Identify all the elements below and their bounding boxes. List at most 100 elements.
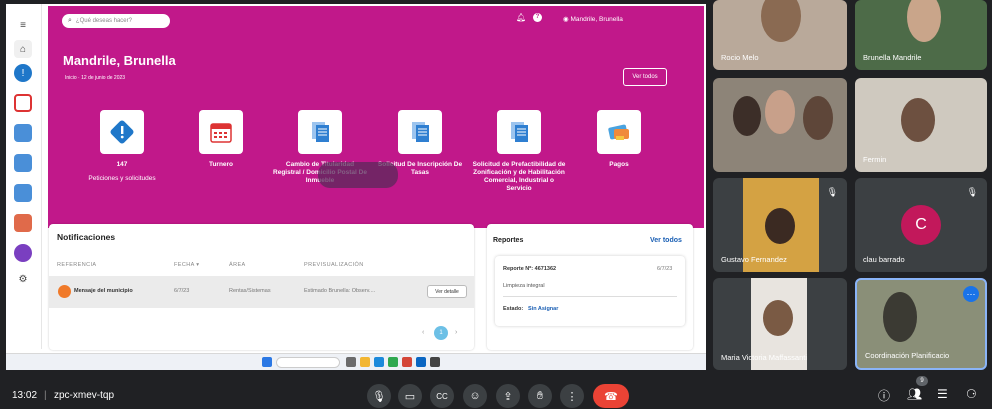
reports-nav-icon[interactable] (14, 244, 32, 262)
tile-peticiones-count: 147 (116, 161, 128, 168)
bell-icon[interactable]: 🔔︎ (516, 13, 526, 22)
tile-pagos[interactable] (597, 110, 641, 154)
end-call-button[interactable]: ☎︎ (593, 384, 629, 408)
participant-tile-self[interactable]: ⋯ Coordinación Planificacio (855, 278, 987, 370)
user-menu[interactable]: ◉ Mandrile, Brunella (563, 15, 623, 23)
payment-card-icon (608, 124, 629, 140)
report-date: 6/7/23 (657, 266, 673, 272)
current-page[interactable]: 1 (434, 326, 448, 340)
participant-video (803, 96, 833, 140)
tile-prefactibilidad[interactable] (497, 110, 541, 154)
calendar-nav-icon[interactable] (14, 94, 32, 112)
taskbar-app-2[interactable] (360, 357, 370, 367)
document-nav-icon-3[interactable] (14, 184, 32, 202)
taskbar-app-5[interactable] (402, 357, 412, 367)
participant-video (763, 300, 793, 336)
participant-tile[interactable]: C 🎙︎ clau barrado (855, 178, 987, 272)
activities-icon[interactable]: ⚆ (966, 387, 977, 401)
reportes-ver-todos[interactable]: Ver todos (650, 237, 682, 244)
more-vert-icon: ⋮ (566, 390, 578, 403)
report-card[interactable]: Reporte Nº: 4671362 6/7/23 Limpieza inte… (495, 256, 685, 326)
more-button[interactable]: ⋮ (560, 384, 584, 408)
document-icon (511, 122, 528, 142)
participant-video (883, 292, 917, 342)
tile-inscripcion-tasas[interactable] (398, 110, 442, 154)
taskbar-app-6[interactable] (416, 357, 426, 367)
tile-prefactibilidad-label: Solicitud de Prefactibilidad de Zonifica… (472, 161, 566, 192)
prev-page-icon[interactable]: ‹ (422, 329, 424, 336)
participant-name: Brunella Mandrile (863, 53, 922, 62)
tile-cambio-titularidad[interactable] (298, 110, 342, 154)
col-previsualizacion: PREVISUALIZACIÓN (304, 262, 364, 268)
participant-name: Maria Victoria Maffassanti (721, 353, 808, 362)
search-placeholder: ¿Qué deseas hacer? (75, 18, 132, 24)
payment-nav-icon[interactable] (14, 214, 32, 232)
participant-video (765, 208, 795, 244)
info-icon[interactable]: ⓘ (878, 387, 890, 404)
captions-icon: CC (436, 391, 448, 401)
breadcrumb: Inicio · 12 de junio de 2023 (65, 75, 126, 81)
row-fecha: 6/7/23 (174, 288, 190, 294)
tile-turnero-label: Turnero (208, 161, 234, 168)
people-icon[interactable]: 👥︎ (907, 387, 922, 401)
ver-todos-button[interactable]: Ver todos (623, 68, 667, 86)
document-nav-icon-2[interactable] (14, 154, 32, 172)
mic-off-icon: 🎙︎ (826, 187, 838, 197)
presenter-overlay (318, 162, 398, 188)
participant-name: clau barrado (863, 255, 905, 264)
next-page-icon[interactable]: › (455, 329, 457, 336)
participant-video (761, 0, 801, 42)
user-icon: ◉ (563, 16, 569, 23)
captions-button[interactable]: CC (430, 384, 454, 408)
participant-name: Rocio Melo (721, 53, 759, 62)
raise-hand-button[interactable]: ✋︎ (528, 384, 552, 408)
emoji-button[interactable]: ☺ (463, 384, 487, 408)
more-options-icon[interactable]: ⋯ (963, 286, 979, 302)
document-icon (412, 122, 429, 142)
row-referencia: Mensaje del municipio (74, 288, 133, 294)
microphone-icon: 🎙︎ (372, 390, 386, 403)
tile-peticiones[interactable] (100, 110, 144, 154)
meeting-time: 13:02 (12, 390, 38, 401)
taskbar-app-1[interactable] (346, 357, 356, 367)
table-row[interactable]: Mensaje del municipio 6/7/23 Rentas/Sist… (49, 276, 474, 308)
participant-name: Fermin (863, 155, 887, 164)
col-fecha[interactable]: FECHA ▾ (174, 262, 199, 268)
participant-tile[interactable]: Fermin (855, 78, 987, 172)
report-status-label: Estado: (503, 306, 524, 312)
participant-count-badge: 9 (916, 376, 928, 386)
ver-detalle-button[interactable]: Ver detalle (427, 285, 467, 298)
home-icon[interactable]: ⌂ (14, 40, 32, 58)
microphone-button[interactable]: 🎙︎ (367, 384, 391, 408)
tile-peticiones-label: Peticiones y solicitudes (88, 175, 156, 182)
col-area: ÁREA (229, 262, 246, 268)
notificaciones-title: Notificaciones (57, 232, 116, 242)
present-button[interactable]: ⇪ (496, 384, 520, 408)
participant-tile[interactable]: Brunella Mandrile (855, 0, 987, 70)
participant-tile[interactable]: 🎙︎ Gustavo Fernandez (713, 178, 847, 272)
taskbar-app-7[interactable] (430, 357, 440, 367)
alert-nav-icon[interactable]: ! (14, 64, 32, 82)
notificaciones-panel: Notificaciones REFERENCIA FECHA ▾ ÁREA P… (49, 224, 474, 350)
os-taskbar (6, 353, 706, 370)
tile-turnero[interactable] (199, 110, 243, 154)
avatar: C (901, 205, 941, 245)
search-input[interactable]: ⌕ ¿Qué deseas hacer? (62, 14, 170, 28)
help-icon[interactable]: ? (533, 13, 542, 22)
search-icon: ⌕ (68, 17, 72, 24)
col-referencia: REFERENCIA (57, 262, 97, 268)
participant-tile[interactable]: Rocio Melo (713, 0, 847, 70)
alert-icon (110, 120, 134, 144)
chat-icon[interactable]: ☰ (937, 387, 948, 401)
participant-tile[interactable] (713, 78, 847, 172)
camera-button[interactable]: ▭ (398, 384, 422, 408)
menu-icon[interactable]: ≡ (14, 16, 32, 34)
taskbar-app-3[interactable] (374, 357, 384, 367)
app-sidebar: ≡ ⌂ ! ⚙ (6, 4, 42, 349)
start-icon[interactable] (262, 357, 272, 367)
settings-icon[interactable]: ⚙ (14, 270, 32, 288)
taskbar-app-4[interactable] (388, 357, 398, 367)
participant-tile[interactable]: Maria Victoria Maffassanti (713, 278, 847, 370)
document-nav-icon-1[interactable] (14, 124, 32, 142)
taskbar-search[interactable] (276, 357, 340, 368)
